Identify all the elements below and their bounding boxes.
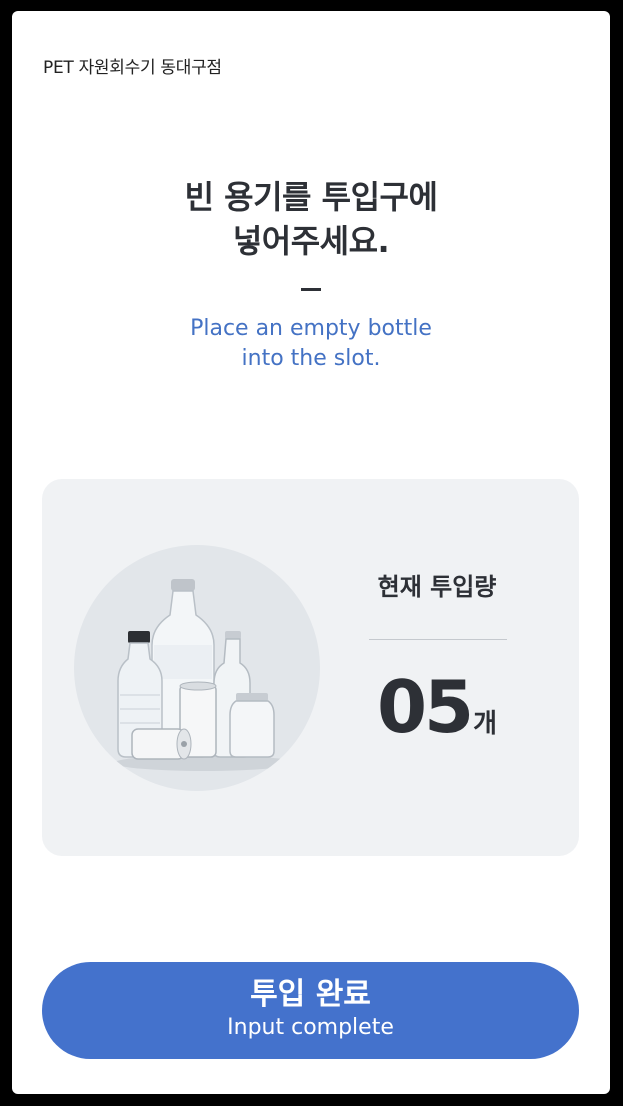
count-unit: 개 xyxy=(473,709,498,739)
current-count: 05개 xyxy=(342,665,532,749)
count-divider xyxy=(369,639,507,640)
current-count-label: 현재 투입량 xyxy=(377,573,497,601)
kiosk-screen: PET 자원회수기 동대구점 빈 용기를 투입구에 넣어주세요. Place a… xyxy=(12,11,610,1094)
instruction-subtitle: Place an empty bottle into the slot. xyxy=(12,314,610,374)
store-location: PET 자원회수기 동대구점 xyxy=(43,58,222,78)
input-complete-button[interactable]: 투입 완료 Input complete xyxy=(42,962,579,1059)
instruction-subtitle-line2: into the slot. xyxy=(241,346,381,371)
instruction-subtitle-line1: Place an empty bottle xyxy=(190,316,432,341)
input-complete-label: 투입 완료 xyxy=(250,977,371,1012)
bottles-image xyxy=(74,545,320,791)
device-frame: PET 자원회수기 동대구점 빈 용기를 투입구에 넣어주세요. Place a… xyxy=(0,0,623,1106)
instruction-title: 빈 용기를 투입구에 넣어주세요. xyxy=(12,175,610,263)
input-status-card: 현재 투입량 05개 xyxy=(42,479,579,856)
title-divider xyxy=(301,288,321,291)
input-complete-sublabel: Input complete xyxy=(227,1015,394,1040)
count-value: 05 xyxy=(376,665,474,749)
instruction-title-line2: 넣어주세요. xyxy=(232,222,390,260)
instruction-title-line1: 빈 용기를 투입구에 xyxy=(184,178,438,216)
